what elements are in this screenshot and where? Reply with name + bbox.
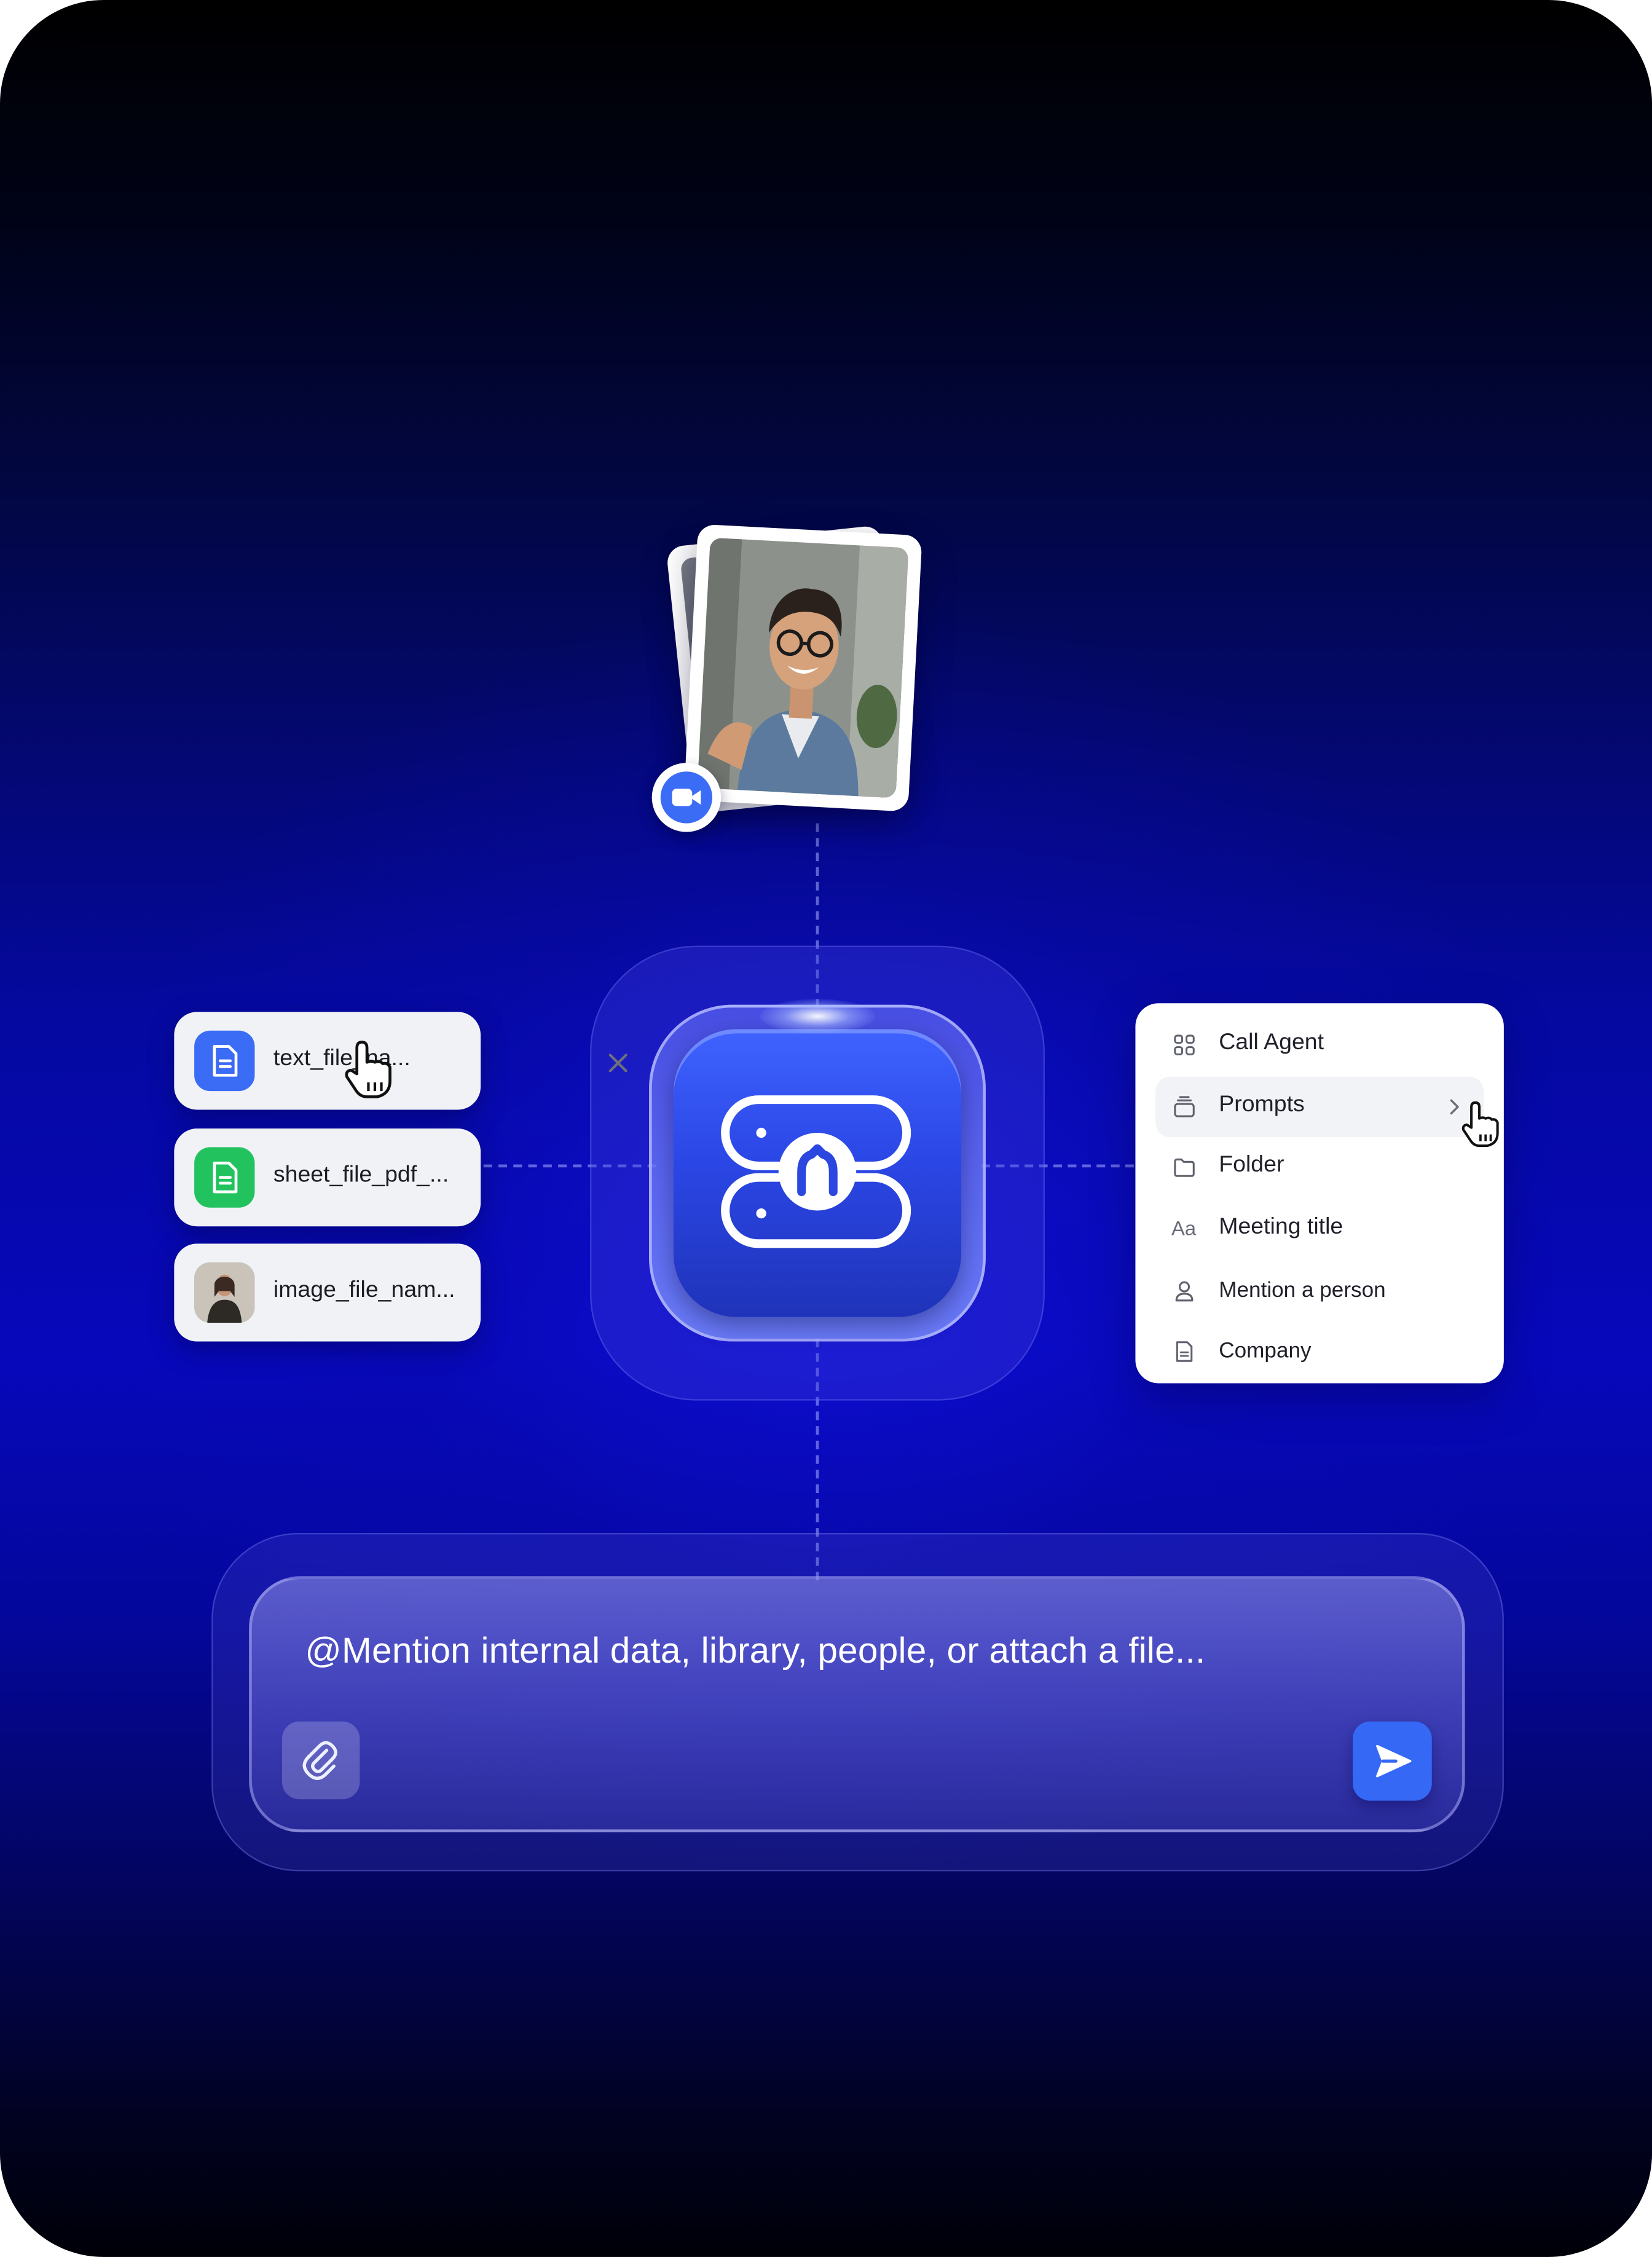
file-name: sheet_file_pdf_...: [273, 1163, 449, 1188]
remove-file-icon[interactable]: [608, 1054, 627, 1079]
stage: text_file_na... sheet_file_pdf_... image…: [0, 0, 1652, 2257]
image-thumbnail: [194, 1262, 255, 1323]
person-photo: [697, 537, 909, 798]
background-frame: text_file_na... sheet_file_pdf_... image…: [0, 0, 1652, 2257]
document-icon: [1176, 1341, 1193, 1362]
file-chip-sheet[interactable]: sheet_file_pdf_...: [174, 1128, 481, 1227]
send-icon: [1376, 1744, 1412, 1778]
text-file-icon: [194, 1030, 255, 1092]
mention-menu: Call Agent Prompts Folder Aa Meeting tit…: [1135, 1003, 1504, 1384]
grid-icon: [1174, 1034, 1195, 1055]
video-call-photo[interactable]: [683, 524, 922, 812]
hand-cursor-icon: [1461, 1101, 1499, 1148]
menu-item-meeting-title[interactable]: Aa Meeting title: [1155, 1199, 1484, 1259]
menu-item-folder[interactable]: Folder: [1155, 1137, 1484, 1197]
video-camera-icon: [672, 789, 701, 806]
person-icon: [1175, 1281, 1194, 1302]
stack-icon: [1174, 1096, 1195, 1117]
video-call-badge: [651, 763, 722, 832]
file-name: image_file_nam...: [273, 1278, 455, 1303]
file-chip-text[interactable]: text_file_na...: [174, 1012, 627, 1110]
hand-cursor-icon: [345, 1041, 391, 1098]
hub-glow: [760, 999, 875, 1034]
app-logo-icon: [721, 1095, 911, 1248]
menu-item-label: Call Agent: [1219, 1030, 1324, 1055]
menu-item-label: Folder: [1219, 1152, 1284, 1178]
menu-item-label: Company: [1219, 1338, 1312, 1363]
prompt-placeholder: @Mention internal data, library, people,…: [305, 1631, 1206, 1671]
menu-item-label: Meeting title: [1219, 1215, 1343, 1240]
file-chip-image[interactable]: image_file_nam...: [174, 1243, 481, 1342]
menu-item-mention-person[interactable]: Mention a person: [1155, 1261, 1484, 1321]
paperclip-icon: [302, 1741, 337, 1780]
menu-item-label: Prompts: [1219, 1092, 1305, 1117]
menu-item-label: Mention a person: [1219, 1278, 1386, 1303]
attach-file-button[interactable]: [281, 1721, 360, 1800]
menu-item-company[interactable]: Company: [1155, 1322, 1484, 1382]
menu-item-call-agent[interactable]: Call Agent: [1155, 1015, 1484, 1075]
folder-icon: [1174, 1158, 1195, 1177]
send-button[interactable]: [1353, 1721, 1432, 1801]
menu-item-prompts[interactable]: Prompts: [1155, 1076, 1484, 1138]
prompt-input[interactable]: @Mention internal data, library, people,…: [249, 1576, 1465, 1833]
text-format-icon: Aa: [1171, 1216, 1197, 1240]
sheet-file-icon: [194, 1147, 255, 1208]
